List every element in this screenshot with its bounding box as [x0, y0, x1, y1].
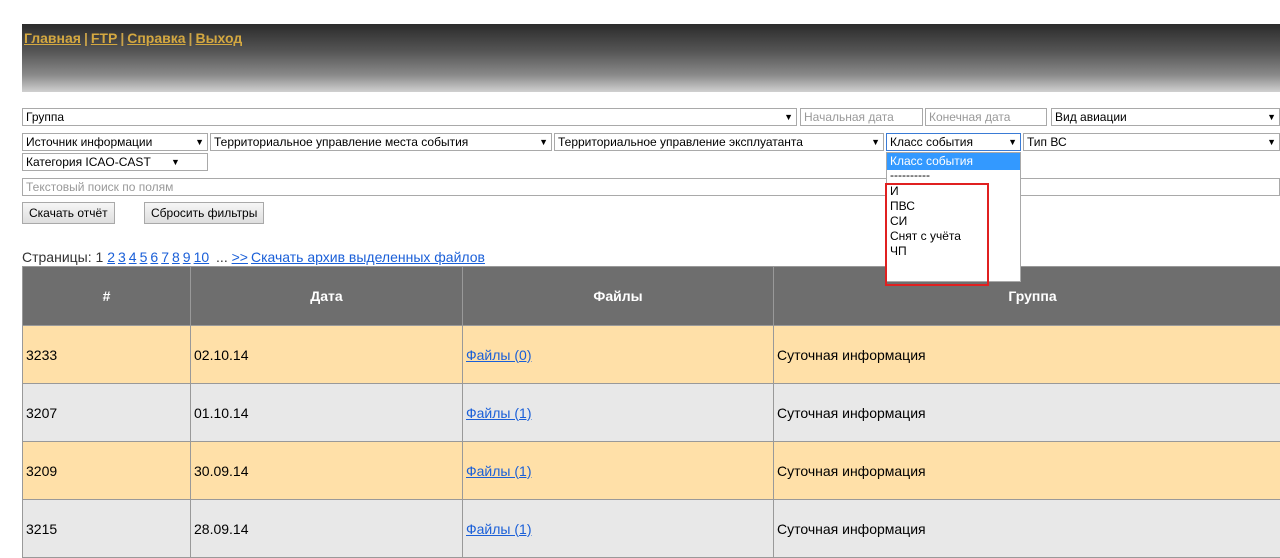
aircraft-type-select[interactable]: Тип ВС▼	[1023, 133, 1280, 151]
page-link[interactable]: 2	[107, 249, 115, 265]
cell-date: 28.09.14	[191, 500, 463, 558]
page-link[interactable]: 5	[140, 249, 148, 265]
highlight-box	[885, 183, 989, 286]
pagination-ellipsis: ...	[216, 249, 228, 265]
chevron-down-icon: ▼	[784, 109, 793, 125]
current-page: 1	[96, 249, 104, 265]
chevron-down-icon: ▼	[195, 134, 204, 150]
page-link[interactable]: 3	[118, 249, 126, 265]
header-bar: Главная|FTP|Справка|Выход	[22, 24, 1280, 92]
page-link[interactable]: 9	[183, 249, 191, 265]
files-link[interactable]: Файлы (1)	[466, 521, 531, 537]
pagination: Страницы: 1 2345678910 ... >>Скачать арх…	[22, 249, 488, 265]
chevron-down-icon: ▼	[1267, 134, 1276, 150]
cell-date: 30.09.14	[191, 442, 463, 500]
cell-files: Файлы (0)	[463, 326, 774, 384]
chevron-down-icon: ▼	[539, 134, 548, 150]
cell-date: 01.10.14	[191, 384, 463, 442]
files-link[interactable]: Файлы (1)	[466, 463, 531, 479]
next-pages-link[interactable]: >>	[232, 249, 248, 265]
cell-files: Файлы (1)	[463, 442, 774, 500]
download-archive-link[interactable]: Скачать архив выделенных файлов	[251, 249, 485, 265]
table-row: 3207 01.10.14 Файлы (1) Суточная информа…	[23, 384, 1280, 442]
cell-group: Суточная информация	[774, 384, 1280, 442]
column-header-date[interactable]: Дата	[191, 267, 463, 326]
left-gutter	[0, 0, 22, 526]
start-date-input[interactable]: Начальная дата	[800, 108, 923, 126]
download-report-button[interactable]: Скачать отчёт	[22, 202, 115, 224]
cell-group: Суточная информация	[774, 500, 1280, 558]
text-search-input[interactable]: Текстовый поиск по полям	[22, 178, 1280, 196]
files-link[interactable]: Файлы (1)	[466, 405, 531, 421]
cell-id: 3207	[23, 384, 191, 442]
cell-group: Суточная информация	[774, 442, 1280, 500]
column-header-group[interactable]: Группа	[774, 267, 1280, 326]
aviation-type-select[interactable]: Вид авиации▼	[1051, 108, 1280, 126]
column-header-number[interactable]: #	[23, 267, 191, 326]
event-class-select[interactable]: Класс события▼	[886, 133, 1021, 151]
page-link[interactable]: 10	[194, 249, 210, 265]
page-link[interactable]: 8	[172, 249, 180, 265]
page-link[interactable]: 6	[150, 249, 158, 265]
cell-id: 3233	[23, 326, 191, 384]
end-date-input[interactable]: Конечная дата	[925, 108, 1047, 126]
territorial-event-select[interactable]: Территориальное управление места события…	[210, 133, 552, 151]
files-link[interactable]: Файлы (0)	[466, 347, 531, 363]
table-row: 3215 28.09.14 Файлы (1) Суточная информа…	[23, 500, 1280, 558]
icao-category-select[interactable]: Категория ICAO-CAST▼	[22, 153, 208, 171]
nav-help-link[interactable]: Справка	[127, 30, 185, 46]
chevron-down-icon: ▼	[1008, 134, 1017, 150]
nav-home-link[interactable]: Главная	[24, 30, 81, 46]
column-header-files[interactable]: Файлы	[463, 267, 774, 326]
cell-id: 3209	[23, 442, 191, 500]
nav-logout-link[interactable]: Выход	[195, 30, 242, 46]
group-select[interactable]: Группа▼	[22, 108, 797, 126]
territorial-operator-select[interactable]: Территориальное управление эксплуатанта▼	[554, 133, 884, 151]
chevron-down-icon: ▼	[1267, 109, 1276, 125]
main-nav: Главная|FTP|Справка|Выход	[24, 30, 242, 46]
page-link[interactable]: 7	[161, 249, 169, 265]
chevron-down-icon: ▼	[171, 154, 180, 170]
chevron-down-icon: ▼	[871, 134, 880, 150]
events-table: # Дата Файлы Группа 3233 02.10.14 Файлы …	[22, 266, 1280, 558]
nav-ftp-link[interactable]: FTP	[91, 30, 117, 46]
dropdown-divider[interactable]: ----------	[887, 170, 1020, 184]
page-link[interactable]: 4	[129, 249, 137, 265]
cell-files: Файлы (1)	[463, 500, 774, 558]
cell-date: 02.10.14	[191, 326, 463, 384]
table-header-row: # Дата Файлы Группа	[23, 267, 1280, 326]
cell-files: Файлы (1)	[463, 384, 774, 442]
cell-id: 3215	[23, 500, 191, 558]
info-source-select[interactable]: Источник информации▼	[22, 133, 208, 151]
table-row: 3209 30.09.14 Файлы (1) Суточная информа…	[23, 442, 1280, 500]
cell-group: Суточная информация	[774, 326, 1280, 384]
reset-filters-button[interactable]: Сбросить фильтры	[144, 202, 264, 224]
table-row: 3233 02.10.14 Файлы (0) Суточная информа…	[23, 326, 1280, 384]
